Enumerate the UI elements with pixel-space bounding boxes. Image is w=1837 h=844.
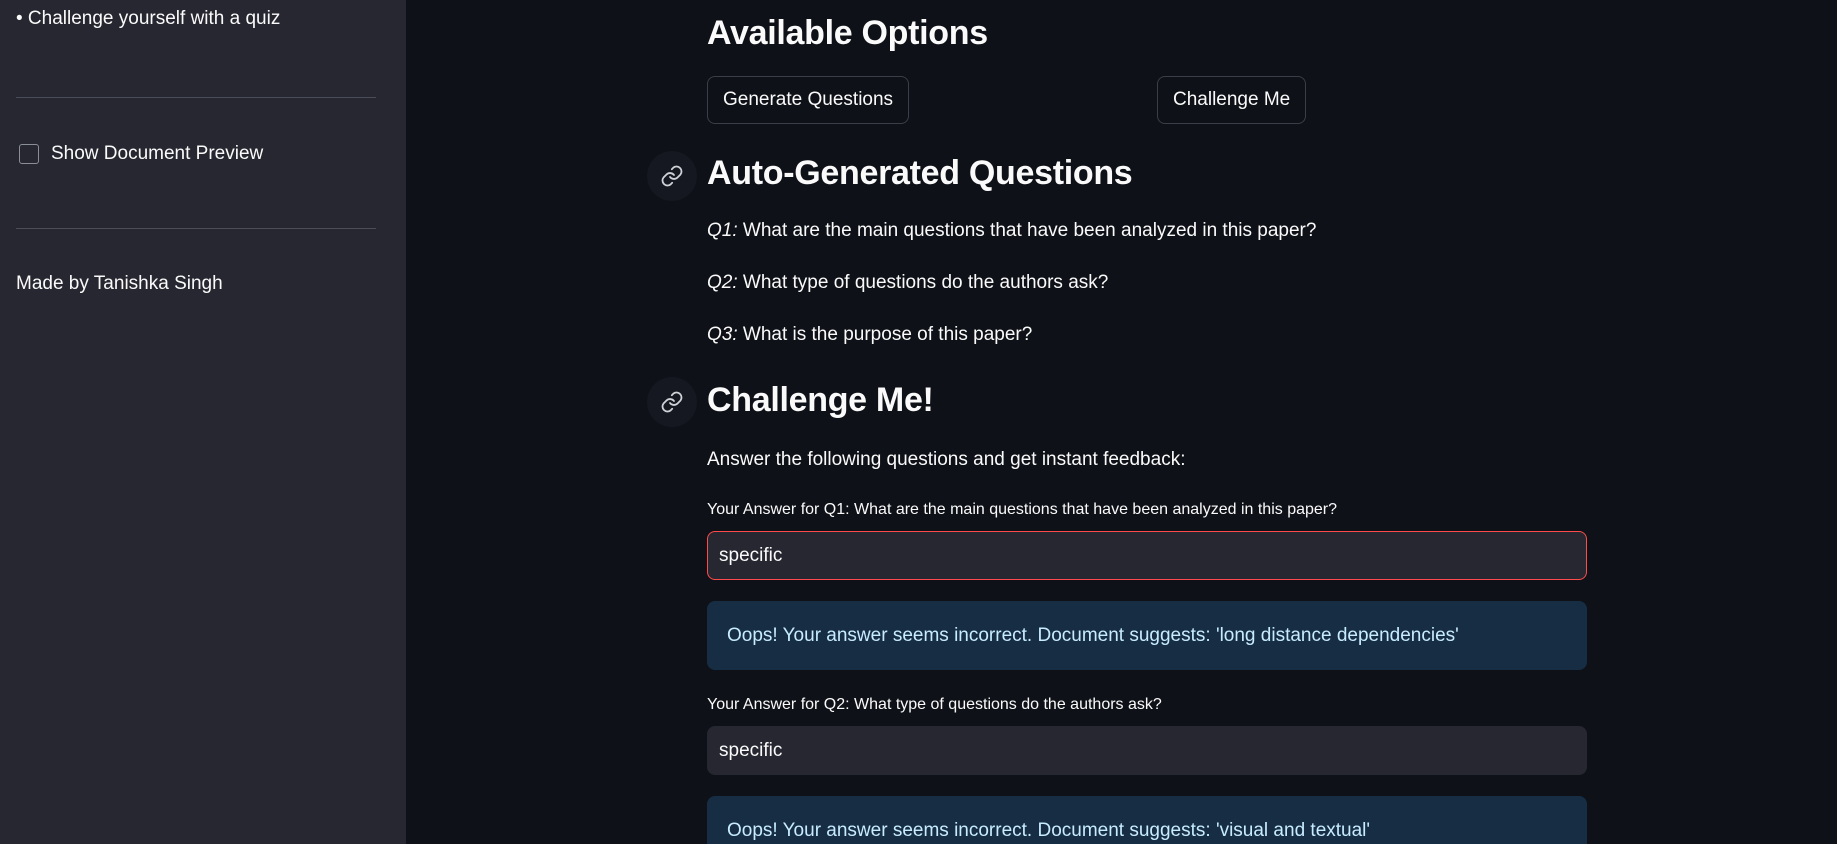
generate-questions-button[interactable]: Generate Questions: [707, 76, 910, 124]
link-icon[interactable]: [647, 151, 697, 201]
challenge-me-heading: Challenge Me!: [707, 381, 934, 419]
challenge-me-button[interactable]: Challenge Me: [1157, 76, 1307, 124]
sidebar-divider: [16, 228, 376, 229]
question-item: Q3: What is the purpose of this paper?: [707, 324, 1032, 346]
question-item: Q1: What are the main questions that hav…: [707, 220, 1316, 242]
answer-q2-feedback: Oops! Your answer seems incorrect. Docum…: [707, 796, 1587, 844]
answer-q1-input[interactable]: [707, 531, 1587, 580]
sidebar-divider: [16, 97, 376, 98]
question-prefix: Q1:: [707, 220, 738, 241]
answer-q1-feedback: Oops! Your answer seems incorrect. Docum…: [707, 601, 1587, 670]
sidebar: • Challenge yourself with a quiz Show Do…: [0, 0, 406, 844]
app-window: • Challenge yourself with a quiz Show Do…: [0, 0, 1837, 844]
auto-generated-questions-heading: Auto-Generated Questions: [707, 154, 1133, 192]
question-text: What is the purpose of this paper?: [737, 324, 1033, 345]
checkbox-box[interactable]: [19, 144, 39, 164]
sidebar-footer: Made by Tanishka Singh: [16, 273, 223, 294]
answer-q2-input[interactable]: [707, 726, 1587, 775]
answer-q2-label: Your Answer for Q2: What type of questio…: [707, 696, 1162, 713]
question-text: What type of questions do the authors as…: [737, 272, 1109, 293]
feedback-text: Oops! Your answer seems incorrect. Docum…: [727, 624, 1459, 646]
question-prefix: Q2:: [707, 272, 738, 293]
question-item: Q2: What type of questions do the author…: [707, 272, 1108, 294]
checkbox-label: Show Document Preview: [51, 143, 264, 164]
show-document-preview-checkbox[interactable]: Show Document Preview: [19, 143, 263, 165]
question-prefix: Q3:: [707, 324, 738, 345]
feedback-text: Oops! Your answer seems incorrect. Docum…: [727, 820, 1371, 841]
challenge-intro: Answer the following questions and get i…: [707, 449, 1186, 470]
main-content: Available Options Generate Questions Cha…: [406, 0, 1837, 844]
sidebar-bullet-item: • Challenge yourself with a quiz: [16, 8, 281, 29]
link-icon[interactable]: [647, 377, 697, 427]
answer-q1-label: Your Answer for Q1: What are the main qu…: [707, 501, 1338, 518]
question-text: What are the main questions that have be…: [737, 220, 1317, 241]
available-options-heading: Available Options: [707, 14, 988, 52]
